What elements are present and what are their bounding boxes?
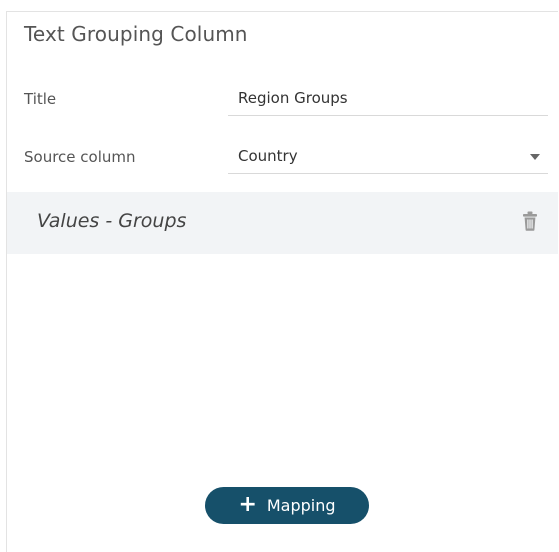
chevron-down-icon[interactable]: [530, 154, 540, 160]
title-label: Title: [24, 90, 57, 108]
source-column-label: Source column: [24, 148, 136, 166]
plus-icon: +: [238, 491, 257, 517]
values-groups-title: Values - Groups: [37, 210, 187, 232]
title-input-value: Region Groups: [238, 89, 348, 107]
source-column-value: Country: [238, 147, 298, 165]
title-input[interactable]: Region Groups: [228, 82, 548, 116]
panel-title: Text Grouping Column: [24, 22, 248, 46]
source-column-dropdown[interactable]: Country: [228, 140, 548, 174]
values-groups-section: Values - Groups: [7, 192, 558, 254]
trash-icon[interactable]: [522, 211, 538, 231]
mapping-button-label: Mapping: [266, 496, 336, 515]
add-mapping-button[interactable]: + Mapping: [205, 487, 369, 524]
text-grouping-column-panel: Text Grouping Column Title Region Groups…: [6, 11, 558, 552]
